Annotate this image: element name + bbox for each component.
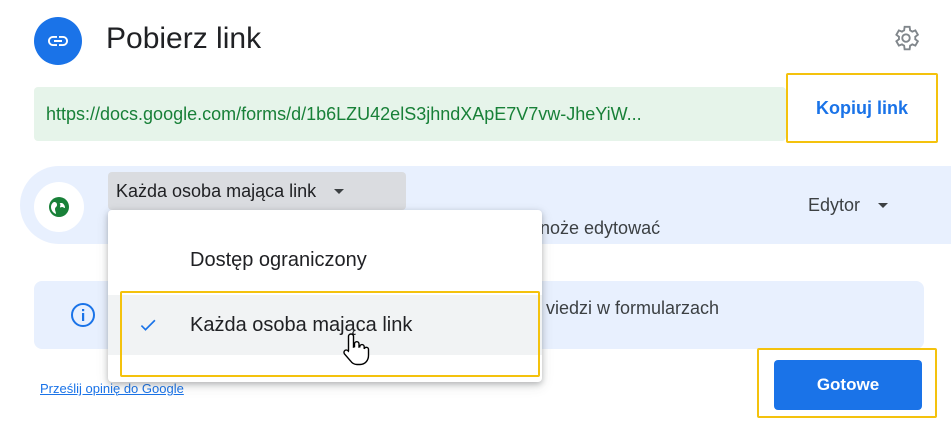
dialog-title: Pobierz link [106,22,262,55]
gear-icon[interactable] [888,20,924,56]
selected-item-highlight [120,291,540,377]
info-text: viedzi w formularzach [546,298,720,318]
access-description: noże edytować [540,218,661,238]
globe-icon [34,182,84,232]
role-dropdown[interactable]: Edytor [808,195,889,216]
done-button[interactable]: Gotowe [774,360,922,410]
access-dropdown-label: Każda osoba mająca link [116,180,317,201]
link-url-field[interactable]: https://docs.google.com/forms/d/1b6LZU42… [34,87,786,141]
copy-link-label: Kopiuj link [816,97,908,118]
access-dropdown[interactable]: Każda osoba mająca link [108,172,406,210]
chevron-down-icon [334,188,345,194]
copy-link-button[interactable]: Kopiuj link [786,73,938,143]
link-icon [34,17,82,65]
feedback-link[interactable]: Prześlij opinię do Google [40,381,184,396]
chevron-down-icon [878,203,889,208]
menu-item-label: Dostęp ograniczony [190,248,367,271]
done-button-label: Gotowe [816,375,880,394]
link-url-text: https://docs.google.com/forms/d/1b6LZU42… [46,103,642,124]
hand-cursor-icon [343,333,370,366]
menu-item-restricted[interactable]: Dostęp ograniczony [108,230,542,290]
role-dropdown-label: Edytor [808,195,861,215]
info-icon [70,302,96,328]
